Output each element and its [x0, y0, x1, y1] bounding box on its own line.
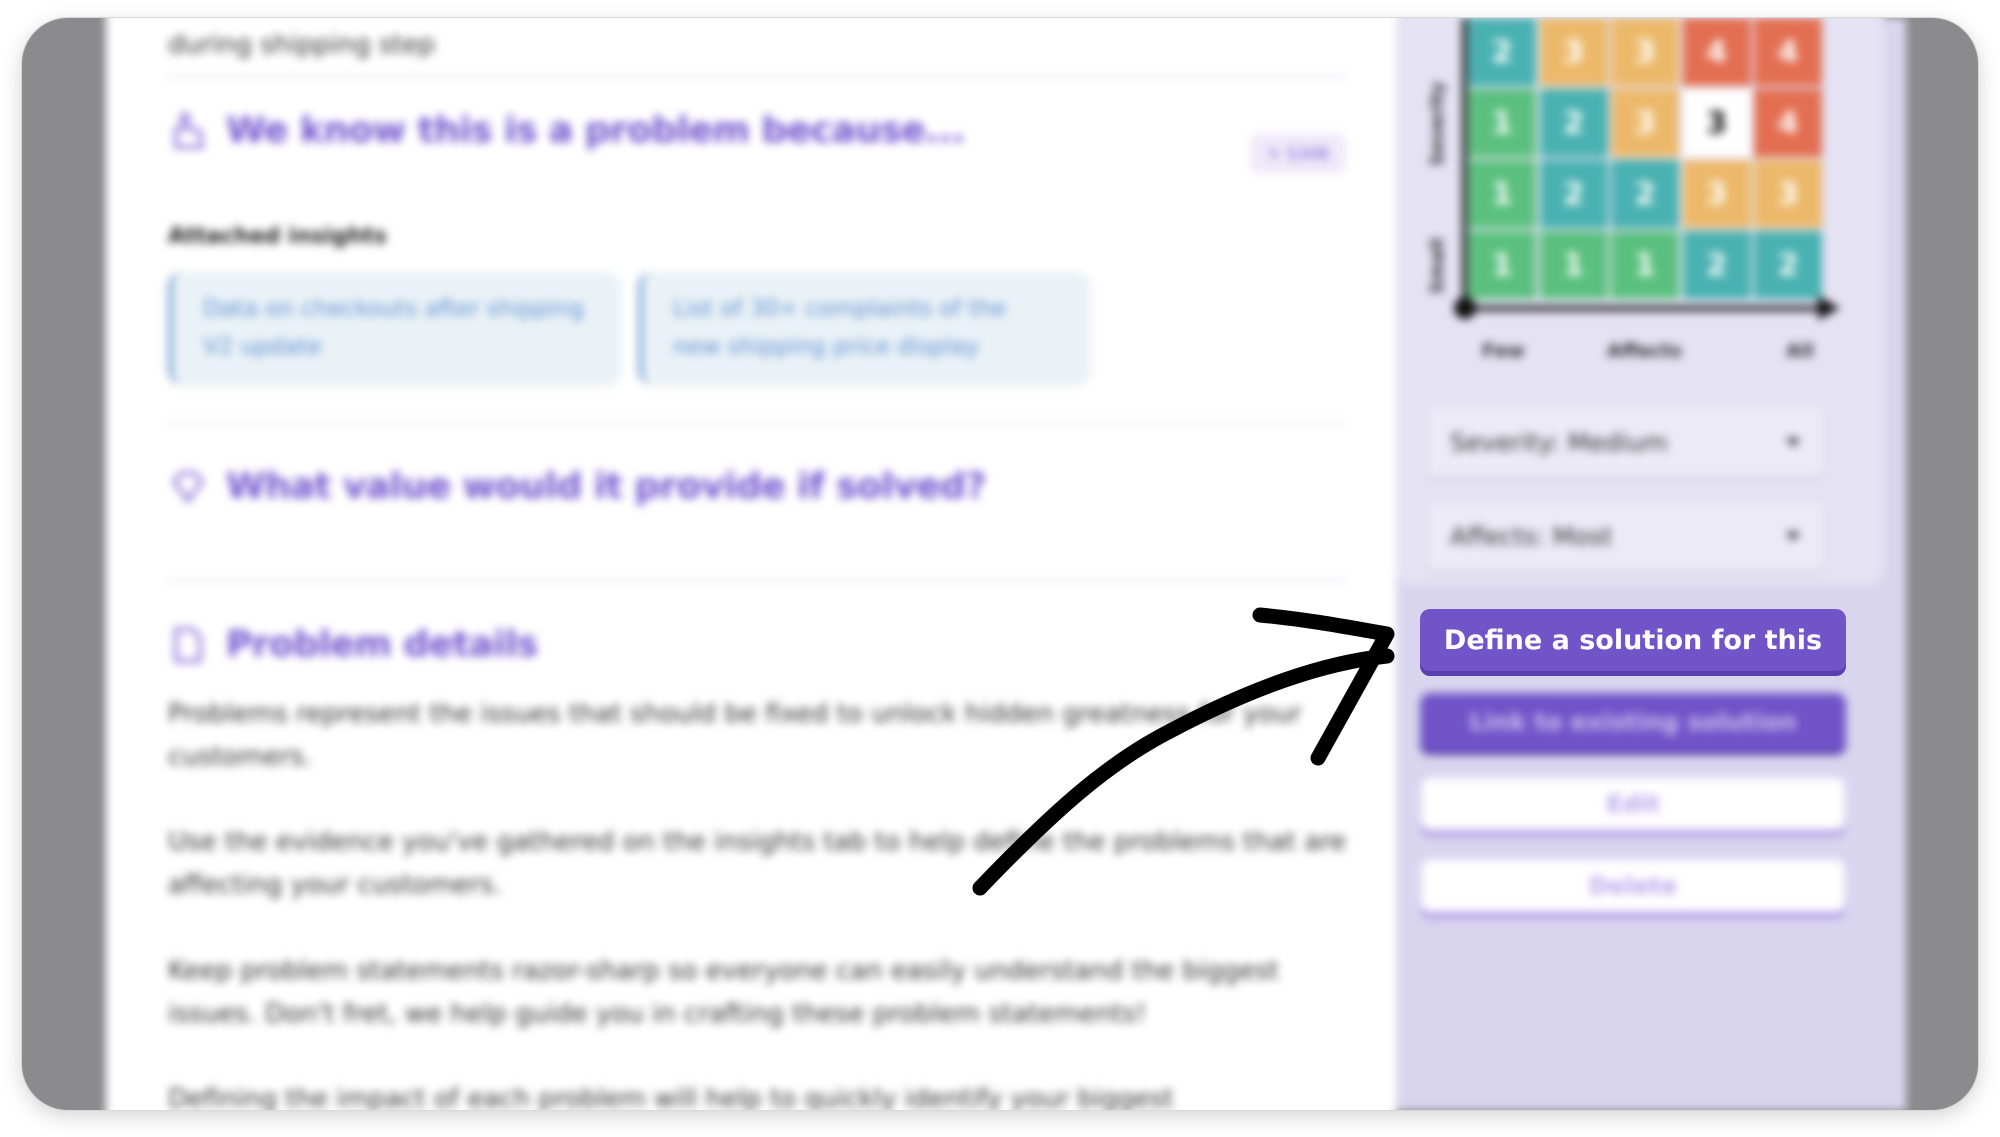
arrow-shaft [972, 648, 1395, 896]
annotation-arrow [972, 607, 1395, 896]
screen-frame: during shipping step We know this is a p… [22, 18, 1978, 1110]
